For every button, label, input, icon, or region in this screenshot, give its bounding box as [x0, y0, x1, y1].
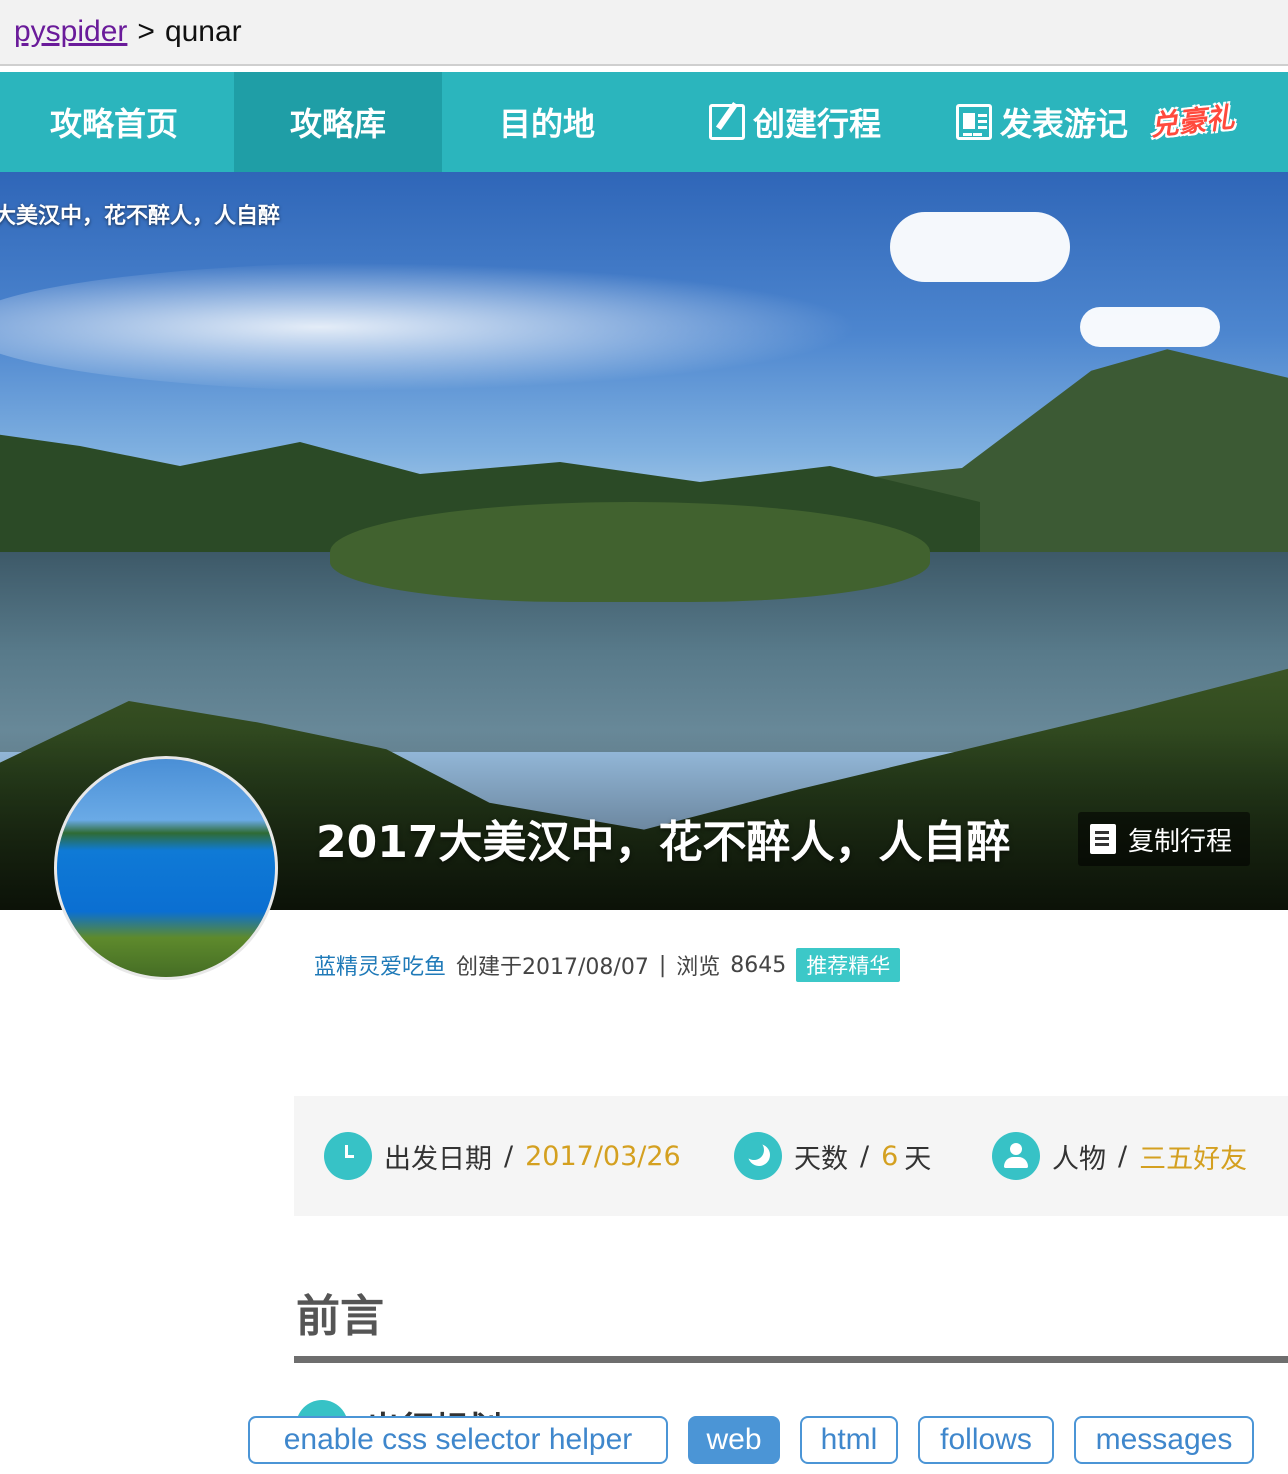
info-slash: /	[860, 1140, 870, 1172]
trip-days-value: 6	[881, 1140, 899, 1172]
hero-small-title: 大美汉中，花不醉人，人自醉	[0, 204, 281, 229]
breadcrumb-bar: pyspider > qunar	[0, 0, 1288, 66]
nav-item-create-itinerary[interactable]: 创建行程	[690, 72, 900, 172]
nav-item-label: 发表游记	[999, 105, 1128, 143]
clock-icon	[324, 1132, 372, 1180]
document-icon	[955, 104, 992, 140]
breadcrumb: pyspider > qunar	[14, 12, 242, 52]
info-slash: /	[504, 1140, 514, 1172]
hero-cloud	[1080, 307, 1220, 347]
copy-itinerary-button[interactable]: 复制行程	[1078, 812, 1251, 866]
trip-days-unit: 天	[904, 1143, 932, 1175]
author-link[interactable]: 蓝精灵爱吃鱼	[314, 949, 446, 981]
nav-item-label: 攻略首页	[49, 105, 178, 143]
nav-item-label: 攻略库	[289, 105, 386, 143]
meta-divider: |	[658, 952, 667, 978]
trip-companions: 人物 / 三五好友	[992, 1132, 1247, 1180]
promo-badge[interactable]: 兑豪礼	[1148, 96, 1236, 145]
status-badge: 推荐精华	[796, 948, 901, 982]
html-tab-button[interactable]: html	[800, 1416, 898, 1464]
trip-companions-label: 人物	[1052, 1143, 1106, 1175]
nav-item-guide-library[interactable]: 攻略库	[234, 72, 442, 172]
breadcrumb-current: qunar	[164, 15, 242, 48]
views-count: 8645	[730, 952, 787, 978]
nav-item-label: 创建行程	[752, 105, 881, 143]
trip-days-label: 天数	[794, 1143, 848, 1175]
avatar[interactable]	[54, 756, 278, 980]
nav-item-publish-travelogue[interactable]: 发表游记	[944, 72, 1140, 172]
trip-info: 出发日期 / 2017/03/26 天数 / 6 天 人物 / 三五好友	[294, 1096, 1288, 1216]
info-slash: /	[1118, 1140, 1128, 1172]
web-tab-button[interactable]: web	[688, 1416, 780, 1464]
messages-tab-button[interactable]: messages	[1074, 1416, 1254, 1464]
copy-icon	[1090, 824, 1116, 854]
main-nav: 攻略首页 攻略库 目的地 创建行程 发表游记 兑豪礼	[0, 72, 1288, 172]
person-icon	[992, 1132, 1040, 1180]
breadcrumb-root-link[interactable]: pyspider	[14, 15, 127, 48]
nav-item-destinations[interactable]: 目的地	[448, 72, 646, 172]
edit-icon	[708, 104, 745, 140]
hero-clouds	[0, 262, 860, 392]
breadcrumb-separator: >	[137, 15, 155, 48]
created-date: 创建于2017/08/07	[456, 955, 649, 980]
hero-cloud	[890, 212, 1070, 282]
views-label: 浏览	[676, 955, 721, 980]
copy-itinerary-label: 复制行程	[1128, 826, 1233, 857]
section-divider	[294, 1356, 1288, 1363]
hero-island	[330, 502, 930, 602]
moon-icon	[734, 1132, 782, 1180]
departure-date-value: 2017/03/26	[525, 1140, 681, 1172]
css-selector-helper-button[interactable]: enable css selector helper	[248, 1416, 668, 1464]
post-meta: 蓝精灵爱吃鱼 创建于2017/08/07 | 浏览 8645 推荐精华	[314, 948, 901, 982]
preface-heading: 前言	[296, 1291, 384, 1342]
departure-date: 出发日期 / 2017/03/26	[324, 1132, 681, 1180]
nav-item-guide-home[interactable]: 攻略首页	[0, 72, 228, 172]
trip-days: 天数 / 6 天	[734, 1132, 931, 1180]
departure-date-label: 出发日期	[384, 1143, 492, 1175]
nav-item-label: 目的地	[498, 105, 595, 143]
trip-companions-value: 三五好友	[1139, 1143, 1248, 1175]
follows-tab-button[interactable]: follows	[918, 1416, 1054, 1464]
page-title: 2017大美汉中，花不醉人，人自醉	[316, 817, 1011, 868]
